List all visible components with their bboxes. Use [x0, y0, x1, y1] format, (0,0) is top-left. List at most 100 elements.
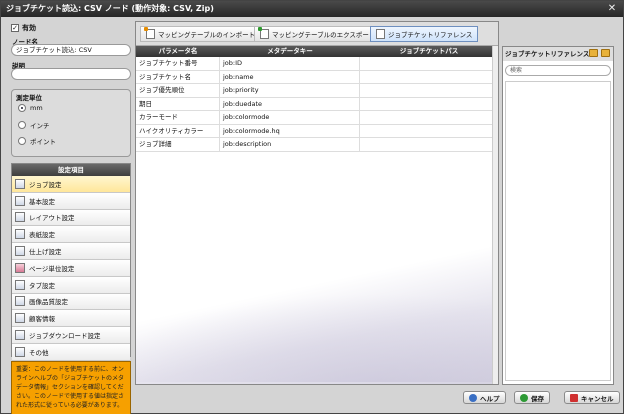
folder-copy-icon[interactable] [601, 49, 610, 57]
table-row[interactable]: カラーモード job:colormode [136, 111, 498, 125]
radio-mm[interactable] [18, 104, 26, 112]
window-title: ジョブチケット読込: CSV ノード (動作対象: CSV, Zip) [6, 4, 214, 13]
table-row[interactable]: ハイクオリティカラー job:colormode.hq [136, 124, 498, 138]
mapping-panel: マッピングテーブルのインポート マッピングテーブルのエクスポート ジョブチケット… [135, 21, 499, 385]
key-cell[interactable]: job:priority [220, 84, 360, 98]
node-name-input[interactable]: ジョブチケット読込: CSV [11, 44, 131, 56]
table-row[interactable]: ジョブ詳細 job:description [136, 138, 498, 152]
key-cell[interactable]: job:name [220, 70, 360, 84]
help-button[interactable]: ヘルプ [463, 391, 506, 404]
unit-option-label: ポイント [30, 138, 56, 146]
settings-item-finishing[interactable]: 仕上げ設定 [12, 243, 130, 260]
mapping-toolbar: マッピングテーブルのインポート マッピングテーブルのエクスポート ジョブチケット… [136, 22, 498, 46]
path-cell[interactable] [360, 84, 498, 98]
close-icon[interactable]: ✕ [605, 3, 619, 15]
import-mapping-button[interactable]: マッピングテーブルのインポート [140, 26, 262, 42]
param-cell: ジョブチケット名 [136, 70, 220, 84]
import-icon [144, 27, 155, 39]
col-metadata-key[interactable]: メタデータキー [220, 46, 360, 57]
left-panel: ✓ 有効 ノード名 ジョブチケット読込: CSV 説明 測定単位 mm インチ … [10, 21, 132, 414]
cancel-button[interactable]: キャンセル [564, 391, 620, 404]
settings-item-image-quality[interactable]: 画像品質設定 [12, 293, 130, 311]
col-jobticket-path[interactable]: ジョブチケットパス [360, 46, 498, 57]
settings-item-label: タブ設定 [29, 281, 55, 290]
layout-icon [15, 212, 25, 223]
key-cell[interactable]: job:colormode.hq [220, 124, 360, 138]
key-cell[interactable]: job:duedate [220, 97, 360, 111]
col-param-name[interactable]: パラメータ名 [136, 46, 220, 57]
import-mapping-label: マッピングテーブルのインポート [158, 31, 256, 39]
unit-legend: 測定単位 [16, 94, 42, 102]
settings-item-tab[interactable]: タブ設定 [12, 276, 130, 294]
reference-title: ジョブチケットリファレンス [505, 50, 590, 58]
reference-panel: ジョブチケットリファレンス 検索 [502, 46, 614, 385]
jobticket-reference-button[interactable]: ジョブチケットリファレンス [370, 26, 479, 42]
radio-inch[interactable] [18, 121, 26, 129]
enabled-checkbox[interactable]: ✓ [11, 24, 19, 32]
settings-item-basic[interactable]: 基本設定 [12, 192, 130, 210]
path-cell[interactable] [360, 57, 498, 71]
settings-item-label: 仕上げ設定 [29, 248, 62, 257]
download-icon [15, 330, 25, 341]
path-cell[interactable] [360, 97, 498, 111]
settings-item-label: ページ単位設定 [29, 264, 75, 273]
pages-icon [15, 262, 25, 273]
enabled-label: 有効 [22, 24, 36, 32]
help-icon [469, 393, 477, 402]
settings-item-layout[interactable]: レイアウト設定 [12, 209, 130, 227]
settings-item-label: 画像品質設定 [29, 298, 68, 307]
reference-header: ジョブチケットリファレンス [503, 47, 613, 61]
check-icon [520, 393, 528, 402]
settings-item-other[interactable]: その他 [12, 343, 130, 361]
settings-item-download[interactable]: ジョブダウンロード設定 [12, 327, 130, 344]
unit-option-mm[interactable]: mm [18, 104, 43, 112]
tab-icon [15, 279, 25, 290]
table-row[interactable]: ジョブチケット番号 job:ID [136, 57, 498, 71]
radio-point[interactable] [18, 137, 26, 145]
export-icon [258, 27, 269, 39]
cover-icon [15, 229, 25, 240]
table-row[interactable]: 期日 job:duedate [136, 97, 498, 111]
settings-item-customer[interactable]: 顧客情報 [12, 310, 130, 328]
table-row[interactable]: ジョブチケット名 job:name [136, 70, 498, 84]
unit-option-point[interactable]: ポイント [18, 136, 56, 146]
settings-item-label: ジョブダウンロード設定 [29, 332, 101, 341]
description-input[interactable] [11, 68, 131, 80]
save-button[interactable]: 保存 [514, 391, 550, 404]
settings-list: 設定項目 ジョブ設定 基本設定 レイアウト設定 表紙設定 仕上げ設定 ページ単位… [11, 163, 131, 361]
unit-option-label: mm [30, 104, 43, 112]
param-cell: カラーモード [136, 111, 220, 125]
grid-empty-area [136, 152, 498, 384]
path-cell[interactable] [360, 111, 498, 125]
image-icon [15, 296, 25, 307]
table-row[interactable]: ジョブ優先順位 job:priority [136, 84, 498, 98]
path-cell[interactable] [360, 124, 498, 138]
param-cell: ジョブ優先順位 [136, 84, 220, 98]
enabled-row[interactable]: ✓ 有効 [11, 23, 36, 33]
dialog-window: ジョブチケット読込: CSV ノード (動作対象: CSV, Zip) ✕ ✓ … [0, 0, 624, 414]
list-icon [15, 195, 25, 206]
settings-item-label: ジョブ設定 [29, 180, 62, 189]
key-cell[interactable]: job:ID [220, 57, 360, 71]
reference-tree[interactable] [505, 81, 611, 381]
path-cell[interactable] [360, 138, 498, 152]
key-cell[interactable]: job:colormode [220, 111, 360, 125]
grid-scrollbar[interactable] [492, 46, 498, 384]
unit-option-inch[interactable]: インチ [18, 120, 50, 130]
help-label: ヘルプ [480, 394, 500, 403]
settings-header: 設定項目 [12, 164, 130, 176]
settings-item-page[interactable]: ページ単位設定 [12, 259, 130, 277]
title-bar: ジョブチケット読込: CSV ノード (動作対象: CSV, Zip) ✕ [1, 1, 623, 17]
settings-item-cover[interactable]: 表紙設定 [12, 226, 130, 244]
cancel-icon [570, 393, 578, 402]
settings-item-job[interactable]: ジョブ設定 [12, 176, 130, 193]
folder-open-icon[interactable] [589, 49, 598, 57]
path-cell[interactable] [360, 70, 498, 84]
reference-search-input[interactable]: 検索 [505, 65, 611, 76]
export-mapping-button[interactable]: マッピングテーブルのエクスポート [254, 26, 382, 42]
key-cell[interactable]: job:description [220, 138, 360, 152]
param-cell: ジョブ詳細 [136, 138, 220, 152]
settings-item-label: レイアウト設定 [29, 214, 75, 223]
export-mapping-label: マッピングテーブルのエクスポート [272, 31, 376, 39]
grid-rows: ジョブチケット番号 job:ID ジョブチケット名 job:name ジョブ優先順位… [136, 57, 498, 152]
